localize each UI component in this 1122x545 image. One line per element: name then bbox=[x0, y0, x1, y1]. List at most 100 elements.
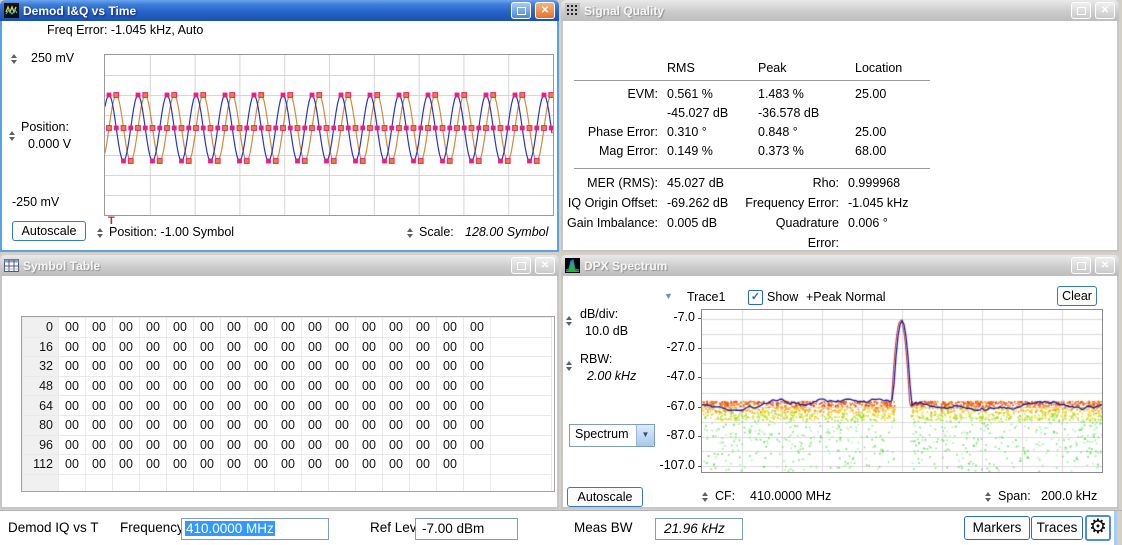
sq-summary-value: -69.262 dB bbox=[658, 193, 744, 213]
y-position-spinner-icon[interactable] bbox=[8, 131, 17, 141]
span-spinner-icon[interactable] bbox=[984, 492, 993, 502]
y-position-label: Position: bbox=[21, 120, 69, 134]
close-button[interactable]: ✕ bbox=[535, 257, 555, 274]
autoscale-button[interactable]: Autoscale bbox=[12, 221, 86, 241]
settings-button[interactable]: ⚙ bbox=[1085, 515, 1111, 541]
symbol-table-titlebar[interactable]: Symbol Table ✕ bbox=[0, 255, 559, 276]
symbol-cell: 00 bbox=[113, 455, 140, 475]
symbol-cell: 00 bbox=[140, 357, 167, 377]
sq-divider bbox=[574, 168, 930, 169]
clear-button[interactable]: Clear bbox=[1057, 286, 1097, 306]
traces-button[interactable]: Traces bbox=[1031, 516, 1083, 540]
demod-body: Freq Error: -1.045 kHz, Auto 250 mV Posi… bbox=[0, 21, 559, 252]
symbol-cell: 00 bbox=[221, 357, 248, 377]
sq-summary-value: 0.999968 bbox=[839, 173, 1117, 193]
x-scale-spinner-icon[interactable] bbox=[406, 228, 415, 238]
window-demod-iq-vs-time: Demod I&Q vs Time ✕ Freq Error: -1.045 k… bbox=[0, 0, 559, 252]
sq-summary-value: 0.006 ° bbox=[839, 213, 1117, 233]
autoscale-button[interactable]: Autoscale bbox=[567, 487, 643, 507]
close-button[interactable]: ✕ bbox=[535, 2, 555, 19]
symbol-cell: 00 bbox=[302, 357, 329, 377]
y-max-label[interactable]: 250 mV bbox=[31, 51, 74, 65]
span-value[interactable]: 200.0 kHz bbox=[1041, 489, 1097, 503]
window-title: Signal Quality bbox=[584, 4, 1067, 18]
y-min-label: -250 mV bbox=[12, 195, 59, 209]
symbol-cell: 00 bbox=[275, 357, 302, 377]
symbol-cell: 00 bbox=[167, 376, 194, 396]
symbol-cell: 00 bbox=[86, 415, 113, 435]
symbol-cell: 00 bbox=[86, 396, 113, 416]
demod-titlebar[interactable]: Demod I&Q vs Time ✕ bbox=[0, 0, 559, 21]
symbol-cell: 00 bbox=[410, 357, 437, 377]
symbol-cell: 00 bbox=[221, 376, 248, 396]
symbol-row: 000000000000000000000000000000000 bbox=[23, 318, 552, 338]
symbol-cell: 00 bbox=[410, 415, 437, 435]
symbol-cell: 00 bbox=[248, 337, 275, 357]
signal-quality-titlebar[interactable]: Signal Quality ✕ bbox=[561, 0, 1119, 21]
restore-button[interactable] bbox=[511, 2, 531, 19]
dpx-y-tick-label: -107.0 bbox=[563, 458, 695, 472]
dpx-titlebar[interactable]: DPX Spectrum ✕ bbox=[561, 255, 1119, 276]
symbol-cell: 00 bbox=[329, 435, 356, 455]
symbol-row: 9600000000000000000000000000000000 bbox=[23, 435, 552, 455]
symbol-cell: 00 bbox=[59, 455, 86, 475]
symbol-cell: 00 bbox=[329, 337, 356, 357]
symbol-cell bbox=[113, 474, 140, 492]
cf-spinner-icon[interactable] bbox=[701, 492, 710, 502]
cf-label: CF: bbox=[715, 489, 735, 503]
restore-button[interactable] bbox=[511, 257, 531, 274]
y-scale-spinner-icon[interactable] bbox=[10, 54, 19, 64]
spectrum-view-select[interactable]: Spectrum ▼ bbox=[569, 424, 655, 447]
close-button[interactable]: ✕ bbox=[1095, 257, 1115, 274]
symbol-row-empty bbox=[23, 474, 552, 492]
x-position-readout[interactable]: Position: -1.00 Symbol bbox=[109, 225, 234, 239]
symbol-cell: 00 bbox=[302, 455, 329, 475]
symbol-cell bbox=[464, 474, 491, 492]
symbol-row: 4800000000000000000000000000000000 bbox=[23, 376, 552, 396]
symbol-cell: 00 bbox=[383, 318, 410, 338]
combo-arrow-icon: ▼ bbox=[636, 425, 654, 446]
freq-error-readout: Freq Error: -1.045 kHz, Auto bbox=[47, 23, 203, 37]
symbol-cell: 00 bbox=[113, 318, 140, 338]
symbol-cell: 00 bbox=[437, 415, 464, 435]
symbol-cell: 00 bbox=[383, 396, 410, 416]
symbol-cell-empty bbox=[491, 337, 552, 357]
sq-row: Mag Error:0.149 %0.373 %68.00 bbox=[563, 142, 1117, 161]
dpx-plot bbox=[701, 309, 1103, 473]
ref-level-input[interactable]: -7.00 dBm bbox=[415, 518, 518, 540]
cf-value[interactable]: 410.0000 MHz bbox=[750, 489, 831, 503]
symbol-cell: 00 bbox=[275, 415, 302, 435]
symbol-cell: 00 bbox=[302, 337, 329, 357]
sq-summary-label: Frequency Error: bbox=[744, 193, 839, 213]
symbol-cell: 00 bbox=[383, 376, 410, 396]
frequency-input[interactable]: 410.0000 MHz bbox=[181, 518, 329, 540]
meas-bw-input[interactable]: 21.96 kHz bbox=[655, 518, 743, 540]
symbol-row-address: 0 bbox=[23, 318, 59, 338]
markers-button[interactable]: Markers bbox=[964, 516, 1030, 540]
symbol-cell: 00 bbox=[464, 318, 491, 338]
symbol-row-address: 32 bbox=[23, 357, 59, 377]
y-position-value[interactable]: 0.000 V bbox=[28, 137, 71, 151]
x-position-spinner-icon[interactable] bbox=[96, 228, 105, 238]
close-button[interactable]: ✕ bbox=[1095, 2, 1115, 19]
show-label: Show bbox=[767, 290, 798, 304]
sq-rms-value: 0.310 ° bbox=[658, 123, 749, 142]
symbol-row: 3200000000000000000000000000000000 bbox=[23, 357, 552, 377]
show-checkbox[interactable]: ✓ bbox=[748, 290, 763, 305]
x-scale-value[interactable]: 128.00 Symbol bbox=[465, 225, 548, 239]
symbol-cell: 00 bbox=[383, 435, 410, 455]
sq-row-label: Mag Error: bbox=[563, 142, 658, 161]
sq-summary-value: 0.005 dB bbox=[658, 213, 744, 233]
symbol-cell: 00 bbox=[248, 318, 275, 338]
checkbox-check-icon: ✓ bbox=[751, 291, 760, 303]
dpx-y-axis: -7.0-27.0-47.0-67.0-87.0-107.0 bbox=[563, 276, 703, 496]
sq-summary-label: Gain Imbalance: bbox=[563, 213, 658, 233]
gear-icon: ⚙ bbox=[1089, 516, 1107, 538]
symbol-table-scroll-area[interactable]: 0000000000000000000000000000000001600000… bbox=[21, 316, 555, 492]
restore-button[interactable] bbox=[1071, 257, 1091, 274]
symbol-cell bbox=[383, 474, 410, 492]
symbol-cell bbox=[221, 474, 248, 492]
restore-button[interactable] bbox=[1071, 2, 1091, 19]
symbol-row: 6400000000000000000000000000000000 bbox=[23, 396, 552, 416]
symbol-cell: 00 bbox=[167, 415, 194, 435]
